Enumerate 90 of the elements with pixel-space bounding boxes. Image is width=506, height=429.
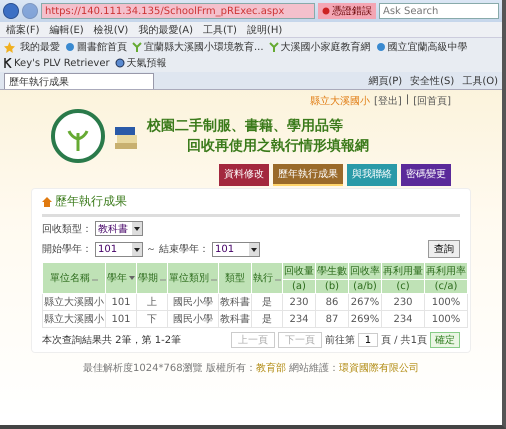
menu-item[interactable]: 檔案(F) [6,22,40,36]
menu-item[interactable]: 我的最愛(A) [138,22,193,36]
separator: | [406,94,410,107]
table-cell: 國民小學 [168,310,218,328]
table-cell: 縣立大溪國小 [42,294,106,310]
plant-icon [268,42,279,52]
command-menu[interactable]: 安全性(S) [410,74,454,88]
site-title: 回收再使用之執行情形填報網 [186,137,369,155]
column-unit: (c/a) [424,280,468,294]
table-cell: 86 [316,294,348,310]
query-button[interactable]: 查詢 [428,240,460,258]
result-summary: 本次查詢結果共 2筆，第 1-2筆 [42,334,182,347]
nav-button[interactable]: 密碼變更 [401,164,451,186]
favorites-button[interactable]: 我的最愛 [20,40,60,54]
table-cell: 234 [282,310,316,328]
field-label: 開始學年： [42,243,92,256]
table-cell: 100% [424,294,468,310]
column-header: 回收量 [282,262,316,280]
table-cell: 269% [348,310,382,328]
menu-item[interactable]: 檢視(V) [94,22,128,36]
home-icon[interactable] [42,196,52,206]
table-cell: 是 [252,294,282,310]
column-header[interactable]: 學年 [106,262,136,294]
nav-button[interactable]: 資料修改 [219,164,269,186]
plant-icon [132,42,142,52]
favorite-link[interactable]: 天氣預報 [126,56,167,70]
column-header: 類型 [218,262,252,294]
table-cell: 100% [424,310,468,328]
column-header: 再利用量 [382,262,424,280]
nav-button[interactable]: 歷年執行成果 [273,164,343,186]
browser-tab[interactable]: 歷年執行成果 [4,73,154,89]
table-cell: 267% [348,294,382,310]
serif-letter-icon [4,58,12,68]
star-icon[interactable] [4,42,15,52]
column-header: 回收率 [348,262,382,280]
column-header[interactable]: 執行 [252,262,282,294]
table-cell: 101 [106,294,136,310]
table-cell: 教科書 [218,310,252,328]
table-cell: 教科書 [218,294,252,310]
sort-down-icon[interactable] [129,275,135,281]
field-label: 結束學年： [159,242,209,256]
menu-item[interactable]: 工具(T) [203,22,237,36]
page-number-field[interactable]: 1 [358,333,378,347]
type-select[interactable]: 教科書 [95,221,143,236]
range-separator: ～ [146,243,156,256]
column-unit: (a/b) [348,280,382,294]
table-cell: 230 [282,294,316,310]
menu-item[interactable]: 編輯(E) [50,22,84,36]
favorite-link[interactable]: 圖書館首頁 [77,40,127,54]
favorite-link[interactable]: 國立宜蘭高級中學 [388,40,468,54]
command-menu[interactable]: 工具(O) [462,74,498,88]
site-title: 校園二手制服、書籍、學用品等 [147,117,344,135]
table-cell: 下 [136,310,168,328]
favorite-link[interactable]: Key's PLV Retriever [14,58,110,68]
command-menu[interactable]: 網頁(P) [368,74,402,88]
table-cell: 87 [316,310,348,328]
table-cell: 101 [106,310,136,328]
field-label: 回收類型： [42,222,92,236]
certificate-error-button[interactable]: 憑證錯誤 [318,3,376,19]
confirm-button[interactable]: 確定 [430,332,460,348]
column-unit: (b) [316,280,348,294]
column-header[interactable]: 學期 [136,262,168,294]
page-count: 頁 / 共1頁 [380,334,427,347]
table-cell: 國民小學 [168,294,218,310]
globe-icon [114,58,125,68]
search-field[interactable]: Ask Search [379,3,499,19]
column-header: 再利用率 [424,262,468,280]
start-year-select[interactable]: 101 [95,242,143,256]
column-header[interactable]: 單位類別 [168,262,218,294]
table-cell: 234 [382,310,424,328]
logout-link[interactable]: [登出] [374,94,402,108]
column-header: 學生數 [316,262,348,280]
school-name: 縣立大溪國小 [310,94,370,108]
column-header[interactable]: 單位名稱 [42,262,106,294]
goto-label: 前往第 [324,334,355,347]
column-unit: (c) [382,280,424,294]
back-button[interactable] [3,3,19,19]
table-cell: 是 [252,310,282,328]
column-unit: (a) [282,280,316,294]
favorite-link[interactable]: 大溪國小家庭教育網 [280,40,371,54]
page-heading: 歷年執行成果 [55,193,127,210]
table-cell: 230 [382,294,424,310]
table-cell: 上 [136,294,168,310]
home-link[interactable]: [回首頁] [413,94,451,108]
favorite-link[interactable]: 宜蘭縣大溪國小環境教育... [144,40,264,54]
footer-text: 最佳解析度1024*768瀏覽 版權所有：教育部 網站維護：環資國際有限公司 [83,362,419,375]
table-cell: 縣立大溪國小 [42,310,106,328]
end-year-select[interactable]: 101 [212,242,260,256]
menu-item[interactable]: 說明(H) [246,22,282,36]
ministry-logo [51,109,105,163]
